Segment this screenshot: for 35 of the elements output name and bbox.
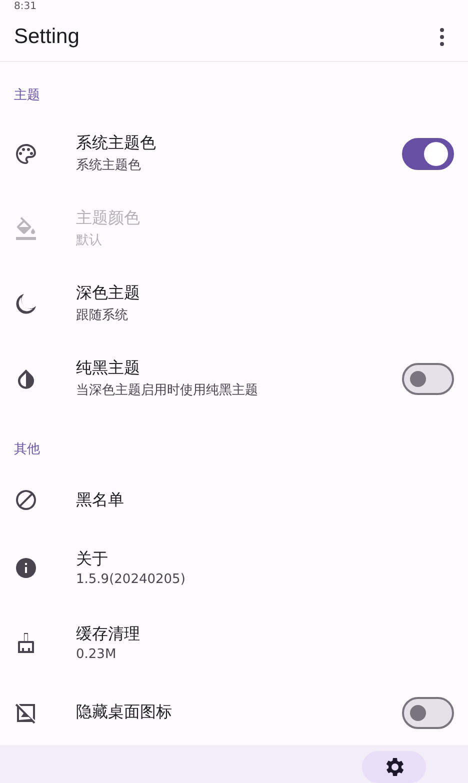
setting-row[interactable]: 深色主题 跟随系统 (0, 266, 468, 341)
paint-bucket-icon (14, 216, 38, 240)
palette-icon (14, 142, 38, 166)
setting-row[interactable]: 系统主题色 系统主题色 (0, 116, 468, 191)
block-icon (14, 488, 38, 512)
status-time: 8:31 (14, 1, 36, 12)
setting-summary: 当深色主题启用时使用纯黑主题 (76, 382, 258, 399)
setting-row[interactable]: 缓存清理 0.23M (0, 605, 468, 680)
setting-title: 缓存清理 (76, 624, 140, 644)
setting-title: 纯黑主题 (76, 358, 140, 379)
setting-summary: 系统主题色 (76, 157, 141, 174)
setting-title: 黑名单 (76, 490, 124, 510)
setting-row[interactable]: 黑名单 (0, 470, 468, 530)
setting-title: 关于 (76, 548, 108, 570)
section-title: 主题 (14, 88, 40, 103)
setting-title: 隐藏桌面图标 (76, 702, 172, 723)
setting-summary: 1.5.9(20240205) (76, 572, 186, 586)
setting-title: 系统主题色 (76, 133, 156, 154)
toggle-switch[interactable] (402, 138, 454, 170)
setting-summary: 0.23M (76, 646, 116, 662)
setting-title: 主题颜色 (76, 208, 140, 229)
setting-row[interactable]: 隐藏桌面图标 (0, 680, 468, 745)
toggle-switch[interactable] (402, 696, 454, 728)
more-vert-icon (440, 28, 444, 46)
setting-row[interactable]: 纯黑主题 当深色主题启用时使用纯黑主题 (0, 341, 468, 416)
moon-icon (14, 292, 38, 316)
page-title: Setting (14, 24, 80, 48)
setting-row[interactable]: 关于 1.5.9(20240205) (0, 530, 468, 605)
setting-title: 深色主题 (76, 283, 140, 304)
setting-summary: 跟随系统 (76, 307, 128, 324)
section-title: 其他 (14, 442, 40, 457)
setting-summary: 默认 (76, 232, 102, 249)
info-icon (14, 556, 38, 580)
toggle-switch[interactable] (402, 362, 454, 394)
nav-tab[interactable] (362, 751, 426, 783)
